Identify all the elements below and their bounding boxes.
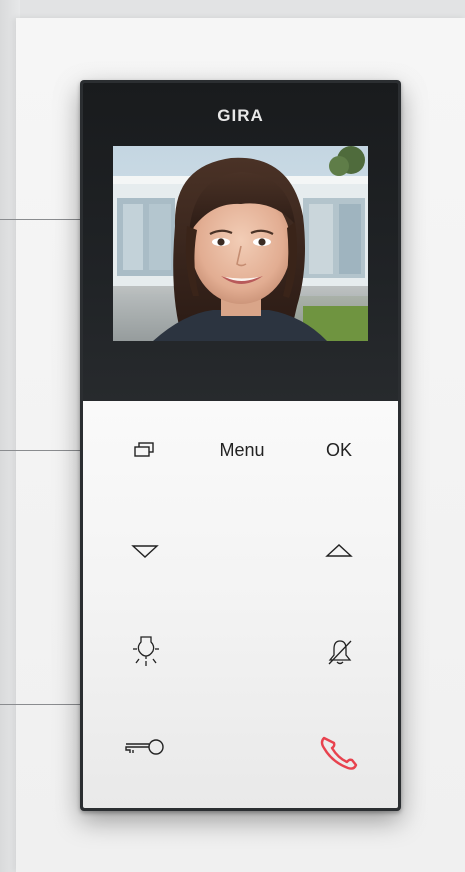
call-button[interactable]: [318, 732, 360, 772]
light-bulb-icon: [133, 636, 159, 666]
door-open-button[interactable]: [120, 736, 166, 758]
visitor-video-image: [113, 146, 368, 341]
ok-button[interactable]: OK: [320, 438, 358, 462]
up-button[interactable]: [324, 542, 354, 560]
bell-mute-icon: [328, 640, 352, 665]
video-screen: [113, 146, 368, 341]
mute-button[interactable]: [325, 637, 355, 667]
down-button[interactable]: [130, 542, 160, 560]
phone-handset-icon: [320, 736, 358, 770]
brand-logo: GIRA: [217, 106, 264, 125]
screen-toggle-button[interactable]: [130, 440, 158, 460]
screen-toggle-icon: [134, 442, 154, 457]
light-button[interactable]: [131, 633, 161, 667]
wall-top-band: [0, 0, 465, 18]
triangle-up-icon: [325, 544, 353, 557]
menu-button[interactable]: Menu: [211, 438, 273, 462]
key-icon: [125, 739, 164, 755]
triangle-down-icon: [131, 545, 159, 558]
